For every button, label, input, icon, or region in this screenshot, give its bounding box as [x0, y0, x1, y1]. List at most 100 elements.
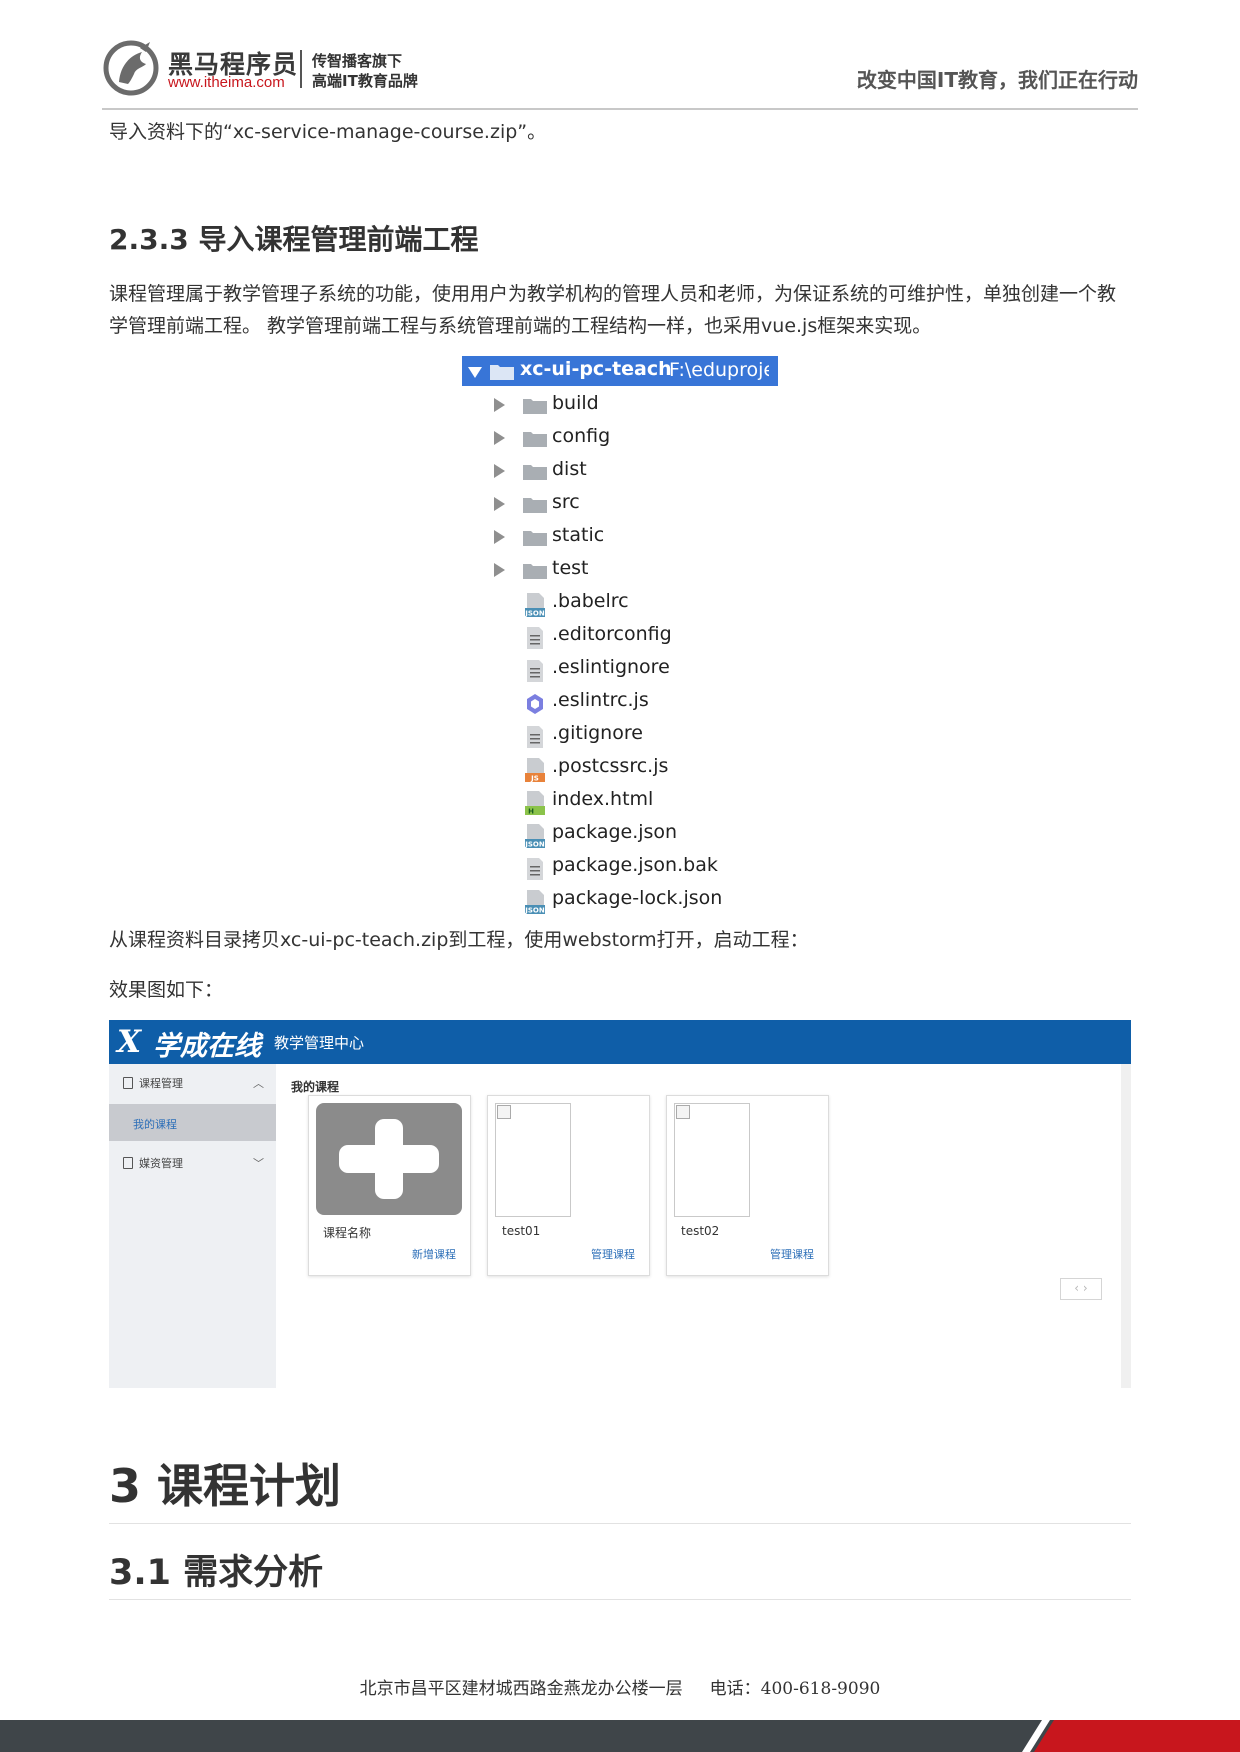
- app-subtitle: 教学管理中心: [274, 1034, 365, 1052]
- section-description: 课程管理属于教学管理子系统的功能，使用用户为教学机构的管理人员和老师，为保证系统…: [109, 283, 1117, 337]
- broken-image-icon: [497, 1105, 511, 1119]
- app-logo-mark: X: [117, 1024, 142, 1060]
- folder-icon: [523, 496, 547, 513]
- tree-file-item[interactable]: .eslintignore: [462, 653, 782, 686]
- tree-file-item[interactable]: .editorconfig: [462, 620, 782, 653]
- json-file-icon: JSON: [524, 593, 546, 618]
- chevron-down-icon: ﹀: [253, 1157, 264, 1170]
- menu-my-courses[interactable]: 我的课程: [109, 1104, 276, 1141]
- menu-course-manage[interactable]: 课程管理 ︿: [109, 1064, 276, 1100]
- tree-folder-item[interactable]: src: [462, 488, 782, 521]
- svg-text:JSON: JSON: [524, 907, 545, 915]
- folder-icon: [523, 430, 547, 447]
- svg-text:H: H: [528, 808, 534, 816]
- folder-name: config: [552, 425, 611, 447]
- header-tagline: 改变中国IT教育，我们正在行动: [856, 68, 1138, 92]
- file-name: .gitignore: [552, 722, 643, 744]
- heading-divider: [109, 1599, 1131, 1600]
- section-heading-3-1: 3.1 需求分析: [109, 1553, 324, 1593]
- file-name: .editorconfig: [552, 623, 672, 645]
- tree-folder-item[interactable]: dist: [462, 455, 782, 488]
- file-name: index.html: [552, 788, 654, 810]
- teaching-center-screenshot: X 学成在线 教学管理中心 课程管理 ︿ 我的课程 媒资管理 ﹀ 我的课程 课程…: [109, 1020, 1131, 1388]
- course-name: test02: [681, 1224, 720, 1238]
- svg-text:JSON: JSON: [524, 841, 545, 849]
- add-course-link[interactable]: 新增课程: [412, 1246, 456, 1262]
- file-name: package.json: [552, 821, 678, 843]
- collapsed-arrow-icon[interactable]: [494, 563, 505, 577]
- tree-folder-item[interactable]: build: [462, 389, 782, 422]
- effect-caption: 效果图如下：: [109, 979, 224, 1001]
- scrollbar[interactable]: [1121, 1064, 1131, 1388]
- folder-name: static: [552, 524, 605, 546]
- heading-divider: [109, 1523, 1131, 1524]
- document-icon: [123, 1157, 133, 1169]
- tree-file-item[interactable]: .gitignore: [462, 719, 782, 752]
- footer-address: 北京市昌平区建材城西路金燕龙办公楼一层 电话：400-618-9090: [359, 1679, 881, 1699]
- tree-file-item[interactable]: .eslintrc.js: [462, 686, 782, 719]
- tree-root-item[interactable]: xc-ui-pc-teach F:\eduproject: [462, 356, 778, 386]
- folder-name: test: [552, 557, 589, 579]
- tree-file-item[interactable]: package.json.bak: [462, 851, 782, 884]
- course-name: 课程名称: [323, 1226, 372, 1240]
- svg-text:JSON: JSON: [524, 610, 545, 618]
- expanded-arrow-icon[interactable]: [468, 367, 482, 378]
- section-heading-3: 3 课程计划: [109, 1459, 342, 1513]
- menu-label: 我的课程: [133, 1118, 177, 1131]
- course-thumbnail: [495, 1103, 571, 1217]
- json-file-icon: JSON: [524, 890, 546, 915]
- folder-icon: [523, 562, 547, 579]
- tree-file-item[interactable]: JSON package-lock.json: [462, 884, 782, 917]
- course-card[interactable]: test01 管理课程: [487, 1095, 650, 1276]
- brand-url: www.itheima.com: [168, 74, 285, 91]
- file-name: package.json.bak: [552, 854, 718, 876]
- menu-media-manage[interactable]: 媒资管理 ﹀: [109, 1144, 276, 1180]
- collapsed-arrow-icon[interactable]: [494, 431, 505, 445]
- folder-name: src: [552, 491, 580, 513]
- folder-name: dist: [552, 458, 587, 480]
- menu-label: 课程管理: [139, 1077, 183, 1090]
- tree-folder-item[interactable]: static: [462, 521, 782, 554]
- document-icon: [123, 1077, 133, 1089]
- tree-file-item[interactable]: JS .postcssrc.js: [462, 752, 782, 785]
- text-file-icon: [524, 857, 546, 881]
- eslint-file-icon: [524, 692, 546, 716]
- folder-name: build: [552, 392, 599, 414]
- folder-icon: [523, 463, 547, 480]
- manage-course-link[interactable]: 管理课程: [770, 1246, 814, 1262]
- course-thumbnail: [674, 1103, 750, 1217]
- collapsed-arrow-icon[interactable]: [494, 464, 505, 478]
- tree-file-item[interactable]: H index.html: [462, 785, 782, 818]
- course-card-new[interactable]: 课程名称 新增课程: [308, 1095, 471, 1276]
- tree-root-path: F:\eduproject: [669, 359, 769, 381]
- header-divider: [102, 108, 1138, 110]
- folder-icon: [523, 529, 547, 546]
- intro-paragraph: 导入资料下的“xc-service-manage-course.zip”。: [109, 121, 547, 143]
- app-logo-text: 学成在线: [153, 1031, 261, 1062]
- itheima-logo-icon: [102, 38, 164, 96]
- folder-icon: [523, 397, 547, 414]
- manage-course-link[interactable]: 管理课程: [591, 1246, 635, 1262]
- tree-folder-item[interactable]: test: [462, 554, 782, 587]
- app-sidebar: 课程管理 ︿ 我的课程 媒资管理 ﹀: [109, 1064, 276, 1388]
- brand-slogan-line1: 传智播客旗下: [312, 52, 403, 70]
- logo-divider: [300, 50, 302, 88]
- json-file-icon: JSON: [524, 824, 546, 849]
- section-heading-2-3-3: 2.3.3 导入课程管理前端工程: [109, 223, 479, 256]
- course-card[interactable]: test02 管理课程: [666, 1095, 829, 1276]
- text-file-icon: [524, 659, 546, 683]
- tree-file-item[interactable]: JSON package.json: [462, 818, 782, 851]
- file-name: .babelrc: [552, 590, 629, 612]
- collapsed-arrow-icon[interactable]: [494, 497, 505, 511]
- tree-folder-item[interactable]: config: [462, 422, 782, 455]
- text-file-icon: [524, 626, 546, 650]
- footer-bar: [0, 1720, 1240, 1752]
- menu-label: 媒资管理: [139, 1157, 183, 1170]
- my-courses-title: 我的课程: [291, 1080, 340, 1094]
- brand-slogan-line2: 高端IT教育品牌: [312, 72, 418, 90]
- tree-file-item[interactable]: JSON .babelrc: [462, 587, 782, 620]
- collapsed-arrow-icon[interactable]: [494, 530, 505, 544]
- collapsed-arrow-icon[interactable]: [494, 398, 505, 412]
- add-course-icon[interactable]: [316, 1103, 462, 1215]
- pagination-control[interactable]: ‹ ›: [1060, 1278, 1102, 1300]
